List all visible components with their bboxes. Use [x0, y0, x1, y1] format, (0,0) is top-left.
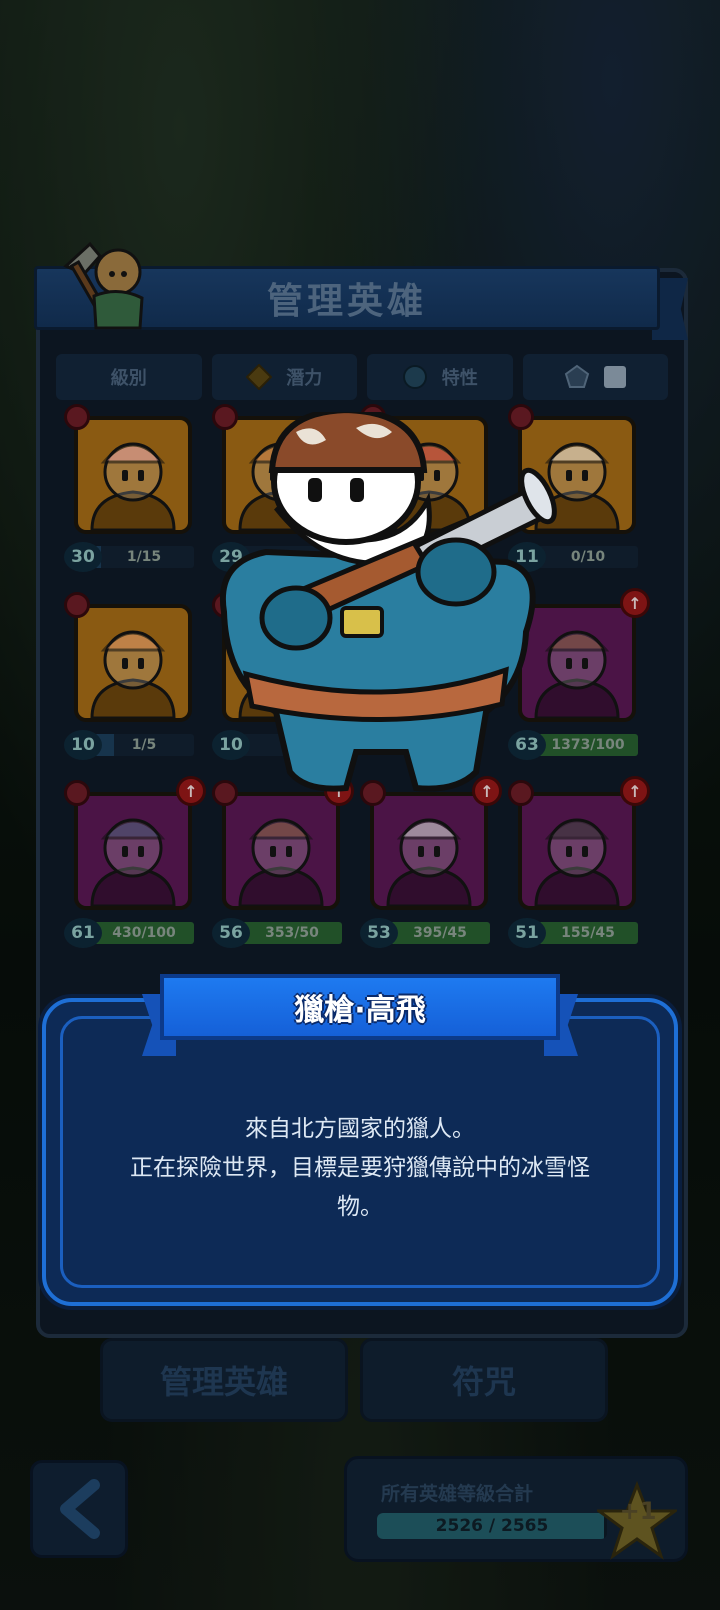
description-line-2: 正在探險世界，目標是要狩獵傳說中的冰雪怪: [130, 1155, 590, 1181]
filter-checkbox[interactable]: [604, 366, 627, 388]
hero-thumbnail: [74, 416, 192, 534]
upgrade-arrow-icon: ↑: [620, 776, 650, 806]
filter-trait[interactable]: 特性: [367, 354, 513, 400]
hero-level-badge: 10: [64, 730, 102, 760]
filter-row: 級別 潛力 特性: [56, 354, 668, 400]
hero-xp-bar: 1/15: [94, 546, 194, 568]
hero-xp-bar: 155/45: [538, 922, 638, 944]
hero-thumbnail: [74, 604, 192, 722]
description-line-3: 物。: [337, 1194, 383, 1220]
total-level-label: 所有英雄等級合計: [381, 1483, 534, 1505]
hero-name: 獵槍·高飛: [160, 974, 560, 1040]
hero-thumbnail: [74, 792, 192, 910]
orb-icon: [402, 365, 427, 389]
hero-xp-bar: 430/100: [94, 922, 194, 944]
hero-xp-text: 1/15: [126, 549, 162, 565]
hero-face-icon: [90, 442, 176, 530]
diamond-icon: [246, 364, 273, 390]
hero-xp-text: 395/45: [413, 925, 467, 941]
filter-potential-label: 潛力: [286, 368, 323, 389]
hero-face-icon: [534, 818, 620, 906]
hero-face-icon: [238, 818, 324, 906]
hero-xp-text: 353/50: [265, 925, 319, 941]
hero-level-badge: 30: [64, 542, 102, 572]
filter-level-label: 級別: [110, 368, 147, 389]
hero-level-badge: 56: [212, 918, 250, 948]
hero-xp-text: 1/5: [131, 737, 157, 753]
filter-potential[interactable]: 潛力: [211, 354, 357, 400]
upgrade-arrow-icon: ↑: [176, 776, 206, 806]
hero-face-icon: [386, 818, 472, 906]
hero-level-badge: 53: [360, 918, 398, 948]
hero-level-badge: 51: [508, 918, 546, 948]
star-bonus: +1: [619, 1497, 657, 1525]
hero-xp-bar: 353/50: [242, 922, 342, 944]
hero-xp-text: 155/45: [561, 925, 615, 941]
hero-face-icon: [90, 818, 176, 906]
hero-level-badge: 61: [64, 918, 102, 948]
axe-hero-icon: [63, 241, 144, 330]
chevron-left-icon: [60, 1479, 100, 1539]
upgrade-arrow-icon: ↑: [620, 588, 650, 618]
filter-trait-label: 特性: [441, 368, 478, 389]
hero-type-badge: [64, 592, 90, 618]
tab-manage-heroes[interactable]: 管理英雄: [100, 1338, 348, 1422]
back-button[interactable]: [30, 1460, 128, 1558]
hero-xp-text: 430/100: [112, 925, 176, 941]
pentagon-icon: [565, 364, 590, 388]
filter-toggle[interactable]: [522, 354, 668, 400]
tab-runes[interactable]: 符咒: [360, 1338, 608, 1422]
hero-xp-bar: 1/5: [94, 734, 194, 756]
total-level-bar: 2526 / 2565: [377, 1513, 607, 1539]
hero-portrait-large: [219, 412, 557, 792]
total-level-value: 2526 / 2565: [435, 1516, 549, 1536]
total-level-box: 所有英雄等級合計 2526 / 2565 +1: [344, 1456, 688, 1562]
hero-type-badge: [64, 780, 90, 806]
description-line-1: 來自北方國家的獵人。: [245, 1116, 475, 1142]
filter-level[interactable]: 級別: [56, 354, 202, 400]
hero-description: 來自北方國家的獵人。 正在探險世界，目標是要狩獵傳說中的冰雪怪 物。: [80, 1110, 640, 1227]
hero-xp-bar: 395/45: [390, 922, 490, 944]
hero-type-badge: [64, 404, 90, 430]
hero-face-icon: [90, 630, 176, 718]
